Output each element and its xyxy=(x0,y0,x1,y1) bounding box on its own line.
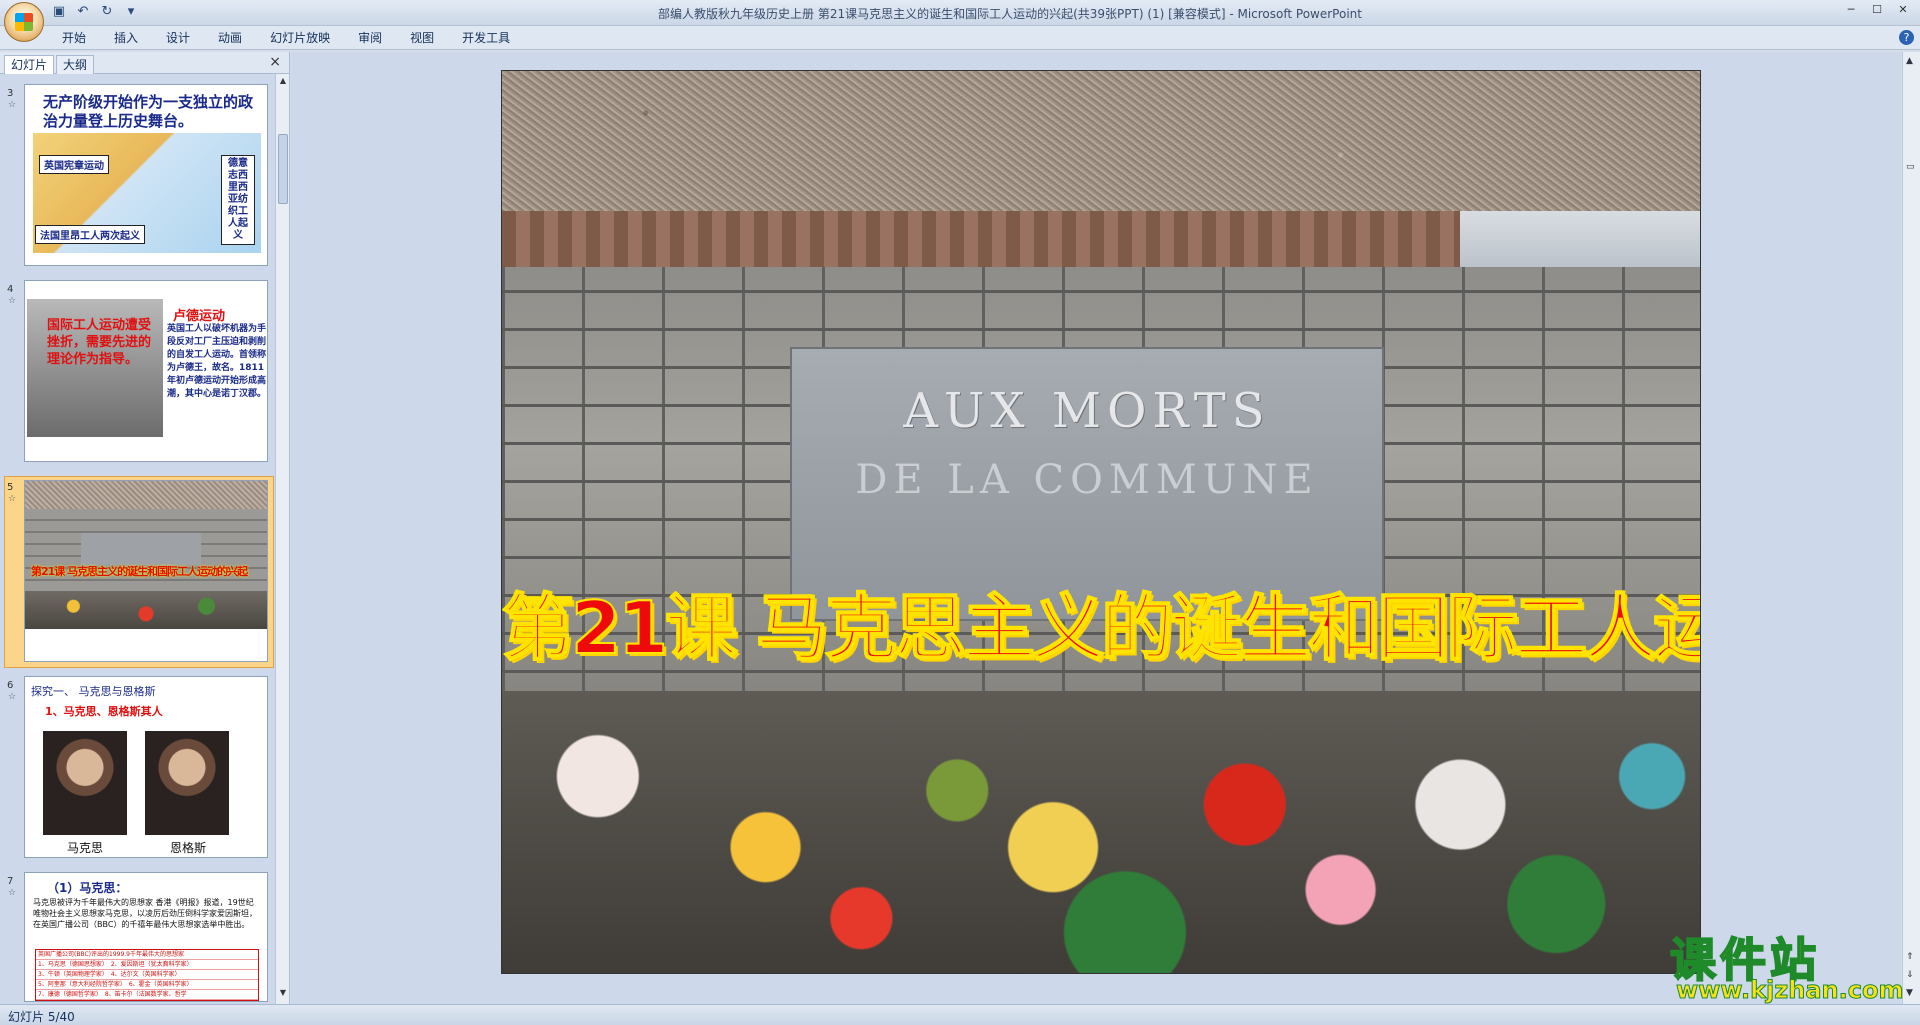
ribbon: 开始 插入 设计 动画 幻灯片放映 审阅 视图 开发工具 ? xyxy=(0,26,1920,50)
tab-animations[interactable]: 动画 xyxy=(204,30,256,46)
tab-design[interactable]: 设计 xyxy=(152,30,204,46)
slide-number: 3 xyxy=(7,88,14,99)
thumb-body: 马克思被评为千年最伟大的思想家 香港《明报》报道，19世纪唯物社会主义思想家马克… xyxy=(33,898,257,929)
scroll-up-icon[interactable]: ▲ xyxy=(276,76,290,90)
table-row: 5、阿奎那（意大利经院哲学家） 6、霍金（英国科学家） xyxy=(36,980,258,990)
ranking-table: 英国广播公司(BBC)评出的1999.9千年最伟大的思想家 1、马克思（德国思想… xyxy=(35,949,259,1001)
tab-home[interactable]: 开始 xyxy=(48,30,100,46)
photo-flowers xyxy=(502,691,1700,973)
engels-portrait xyxy=(145,731,229,835)
close-icon[interactable]: ✕ xyxy=(1890,2,1916,20)
animation-star-icon: ☆ xyxy=(8,692,17,702)
slide-number: 4 xyxy=(7,284,14,295)
table-row: 3、牛顿（英国物理学家） 4、达尔文（英国科学家） xyxy=(36,970,258,980)
thumb-heading: 卢德运动 xyxy=(173,309,226,324)
slide-number: 5 xyxy=(7,482,14,493)
scroll-down-icon[interactable]: ▼ xyxy=(1906,988,1913,998)
map-label: 德意志西里西亚纺织工人起义 xyxy=(221,155,255,245)
tab-developer[interactable]: 开发工具 xyxy=(448,30,524,46)
slides-panel: 幻灯片 大纲 × 3 ☆ 无产阶级开始作为一支独立的政治力量登上历史舞台。 英国… xyxy=(0,52,290,1004)
thumb-plaque xyxy=(81,533,201,565)
slide-wall-photo: AUX MORTS DE LA COMMUNE 第21课 马克思主义的诞生和国际… xyxy=(502,211,1700,973)
slide-thumbnail-5[interactable]: 第21课 马克思主义的诞生和国际工人运动的兴起 xyxy=(24,480,268,662)
plaque-line-1: AUX MORTS xyxy=(903,383,1271,439)
slide-thumbnail-4[interactable]: 国际工人运动遭受挫折，需要先进的理论作为指导。 卢德运动 英国工人以破坏机器为手… xyxy=(24,280,268,462)
thumb-texture xyxy=(25,481,267,509)
title-bar: ▣ ↶ ↻ ▾ 部编人教版秋九年级历史上册 第21课马克思主义的诞生和国际工人运… xyxy=(0,0,1920,42)
portrait-caption: 恩格斯 xyxy=(170,841,207,855)
watermark-url: www.kjzhan.com xyxy=(1675,976,1904,1005)
map-label: 英国宪章运动 xyxy=(39,155,109,174)
scroll-down-icon[interactable]: ▼ xyxy=(276,988,290,1002)
scroll-up-icon[interactable]: ▲ xyxy=(1906,56,1913,66)
panel-tabs: 幻灯片 大纲 × xyxy=(0,52,289,74)
office-logo-icon xyxy=(15,13,33,31)
map-label: 法国里昂工人两次起义 xyxy=(35,225,145,244)
slide-thumbnail-3[interactable]: 无产阶级开始作为一支独立的政治力量登上历史舞台。 英国宪章运动 法国里昂工人两次… xyxy=(24,84,268,266)
office-button[interactable] xyxy=(4,2,44,42)
scroll-thumb[interactable]: ▭ xyxy=(1906,162,1915,172)
slide-thumbnail-7[interactable]: （1）马克思： 马克思被评为千年最伟大的思想家 香港《明报》报道，19世纪唯物社… xyxy=(24,872,268,1002)
main-vertical-scrollbar[interactable]: ▲ ▭ ⇑ ⇓ ▼ xyxy=(1902,52,1920,1004)
tab-slideshow[interactable]: 幻灯片放映 xyxy=(256,30,344,46)
slide-number: 6 xyxy=(7,680,14,691)
animation-star-icon: ☆ xyxy=(8,494,17,504)
window-title: 部编人教版秋九年级历史上册 第21课马克思主义的诞生和国际工人运动的兴起(共39… xyxy=(658,7,1362,21)
tab-view[interactable]: 视图 xyxy=(396,30,448,46)
tab-slides[interactable]: 幻灯片 xyxy=(4,55,55,74)
animation-star-icon: ☆ xyxy=(8,296,17,306)
marx-portrait xyxy=(43,731,127,835)
site-watermark: 课件站 www.kjzhan.com xyxy=(1669,924,1904,1005)
table-row: 英国广播公司(BBC)评出的1999.9千年最伟大的思想家 xyxy=(36,950,258,960)
panel-close-icon[interactable]: × xyxy=(269,54,281,70)
thumb-heading: （1）马克思： xyxy=(47,881,128,895)
thumbnail-scrollbar[interactable]: ▲ ▼ xyxy=(275,74,289,1004)
help-icon[interactable]: ? xyxy=(1899,30,1914,45)
thumb-title: 无产阶级开始作为一支独立的政治力量登上历史舞台。 xyxy=(43,93,254,130)
slide-counter: 幻灯片 5/40 xyxy=(8,1010,75,1024)
previous-slide-icon[interactable]: ⇑ xyxy=(1906,952,1914,962)
slide-title[interactable]: 第21课 马克思主义的诞生和国际工人运动的兴起 xyxy=(502,569,1700,674)
slide-texture-band xyxy=(502,71,1700,211)
animation-star-icon: ☆ xyxy=(8,100,17,110)
thumb-subheading: 1、马克思、恩格斯其人 xyxy=(45,705,163,718)
table-row: 7、康德（德国哲学家） 8、笛卡尔（法国数学家、哲学 xyxy=(36,990,258,1000)
next-slide-icon[interactable]: ⇓ xyxy=(1906,970,1914,980)
thumb-title: 第21课 马克思主义的诞生和国际工人运动的兴起 xyxy=(31,565,248,578)
maximize-icon[interactable]: ☐ xyxy=(1864,2,1890,20)
tab-insert[interactable]: 插入 xyxy=(100,30,152,46)
table-row: 1、马克思（德国思想家） 2、爱因斯坦（犹太裔科学家） xyxy=(36,960,258,970)
main-slide[interactable]: AUX MORTS DE LA COMMUNE 第21课 马克思主义的诞生和国际… xyxy=(501,70,1701,974)
window-controls: ─ ☐ ✕ xyxy=(1838,2,1916,20)
slide-thumbnail-6[interactable]: 探究一、 马克思与恩格斯 1、马克思、恩格斯其人 马克思 恩格斯 xyxy=(24,676,268,858)
status-bar: 幻灯片 5/40 xyxy=(0,1004,1920,1025)
tab-outline[interactable]: 大纲 xyxy=(56,55,95,74)
thumb-flowers-image xyxy=(25,591,267,629)
tab-review[interactable]: 审阅 xyxy=(344,30,396,46)
slide-number: 7 xyxy=(7,876,14,887)
thumb-heading: 探究一、 马克思与恩格斯 xyxy=(31,685,156,698)
ribbon-tabs: 开始 插入 设计 动画 幻灯片放映 审阅 视图 开发工具 xyxy=(48,30,524,46)
thumb-red-text: 国际工人运动遭受挫折，需要先进的理论作为指导。 xyxy=(47,318,152,367)
thumb-body: 英国工人以破坏机器为手段反对工厂主压迫和剥削的自发工人运动。首领称为卢德王，故名… xyxy=(167,324,267,399)
plaque-line-2: DE LA COMMUNE xyxy=(855,457,1319,503)
animation-star-icon: ☆ xyxy=(8,888,17,898)
portrait-caption: 马克思 xyxy=(67,841,104,855)
scroll-thumb[interactable] xyxy=(278,134,288,204)
minimize-icon[interactable]: ─ xyxy=(1838,2,1864,20)
